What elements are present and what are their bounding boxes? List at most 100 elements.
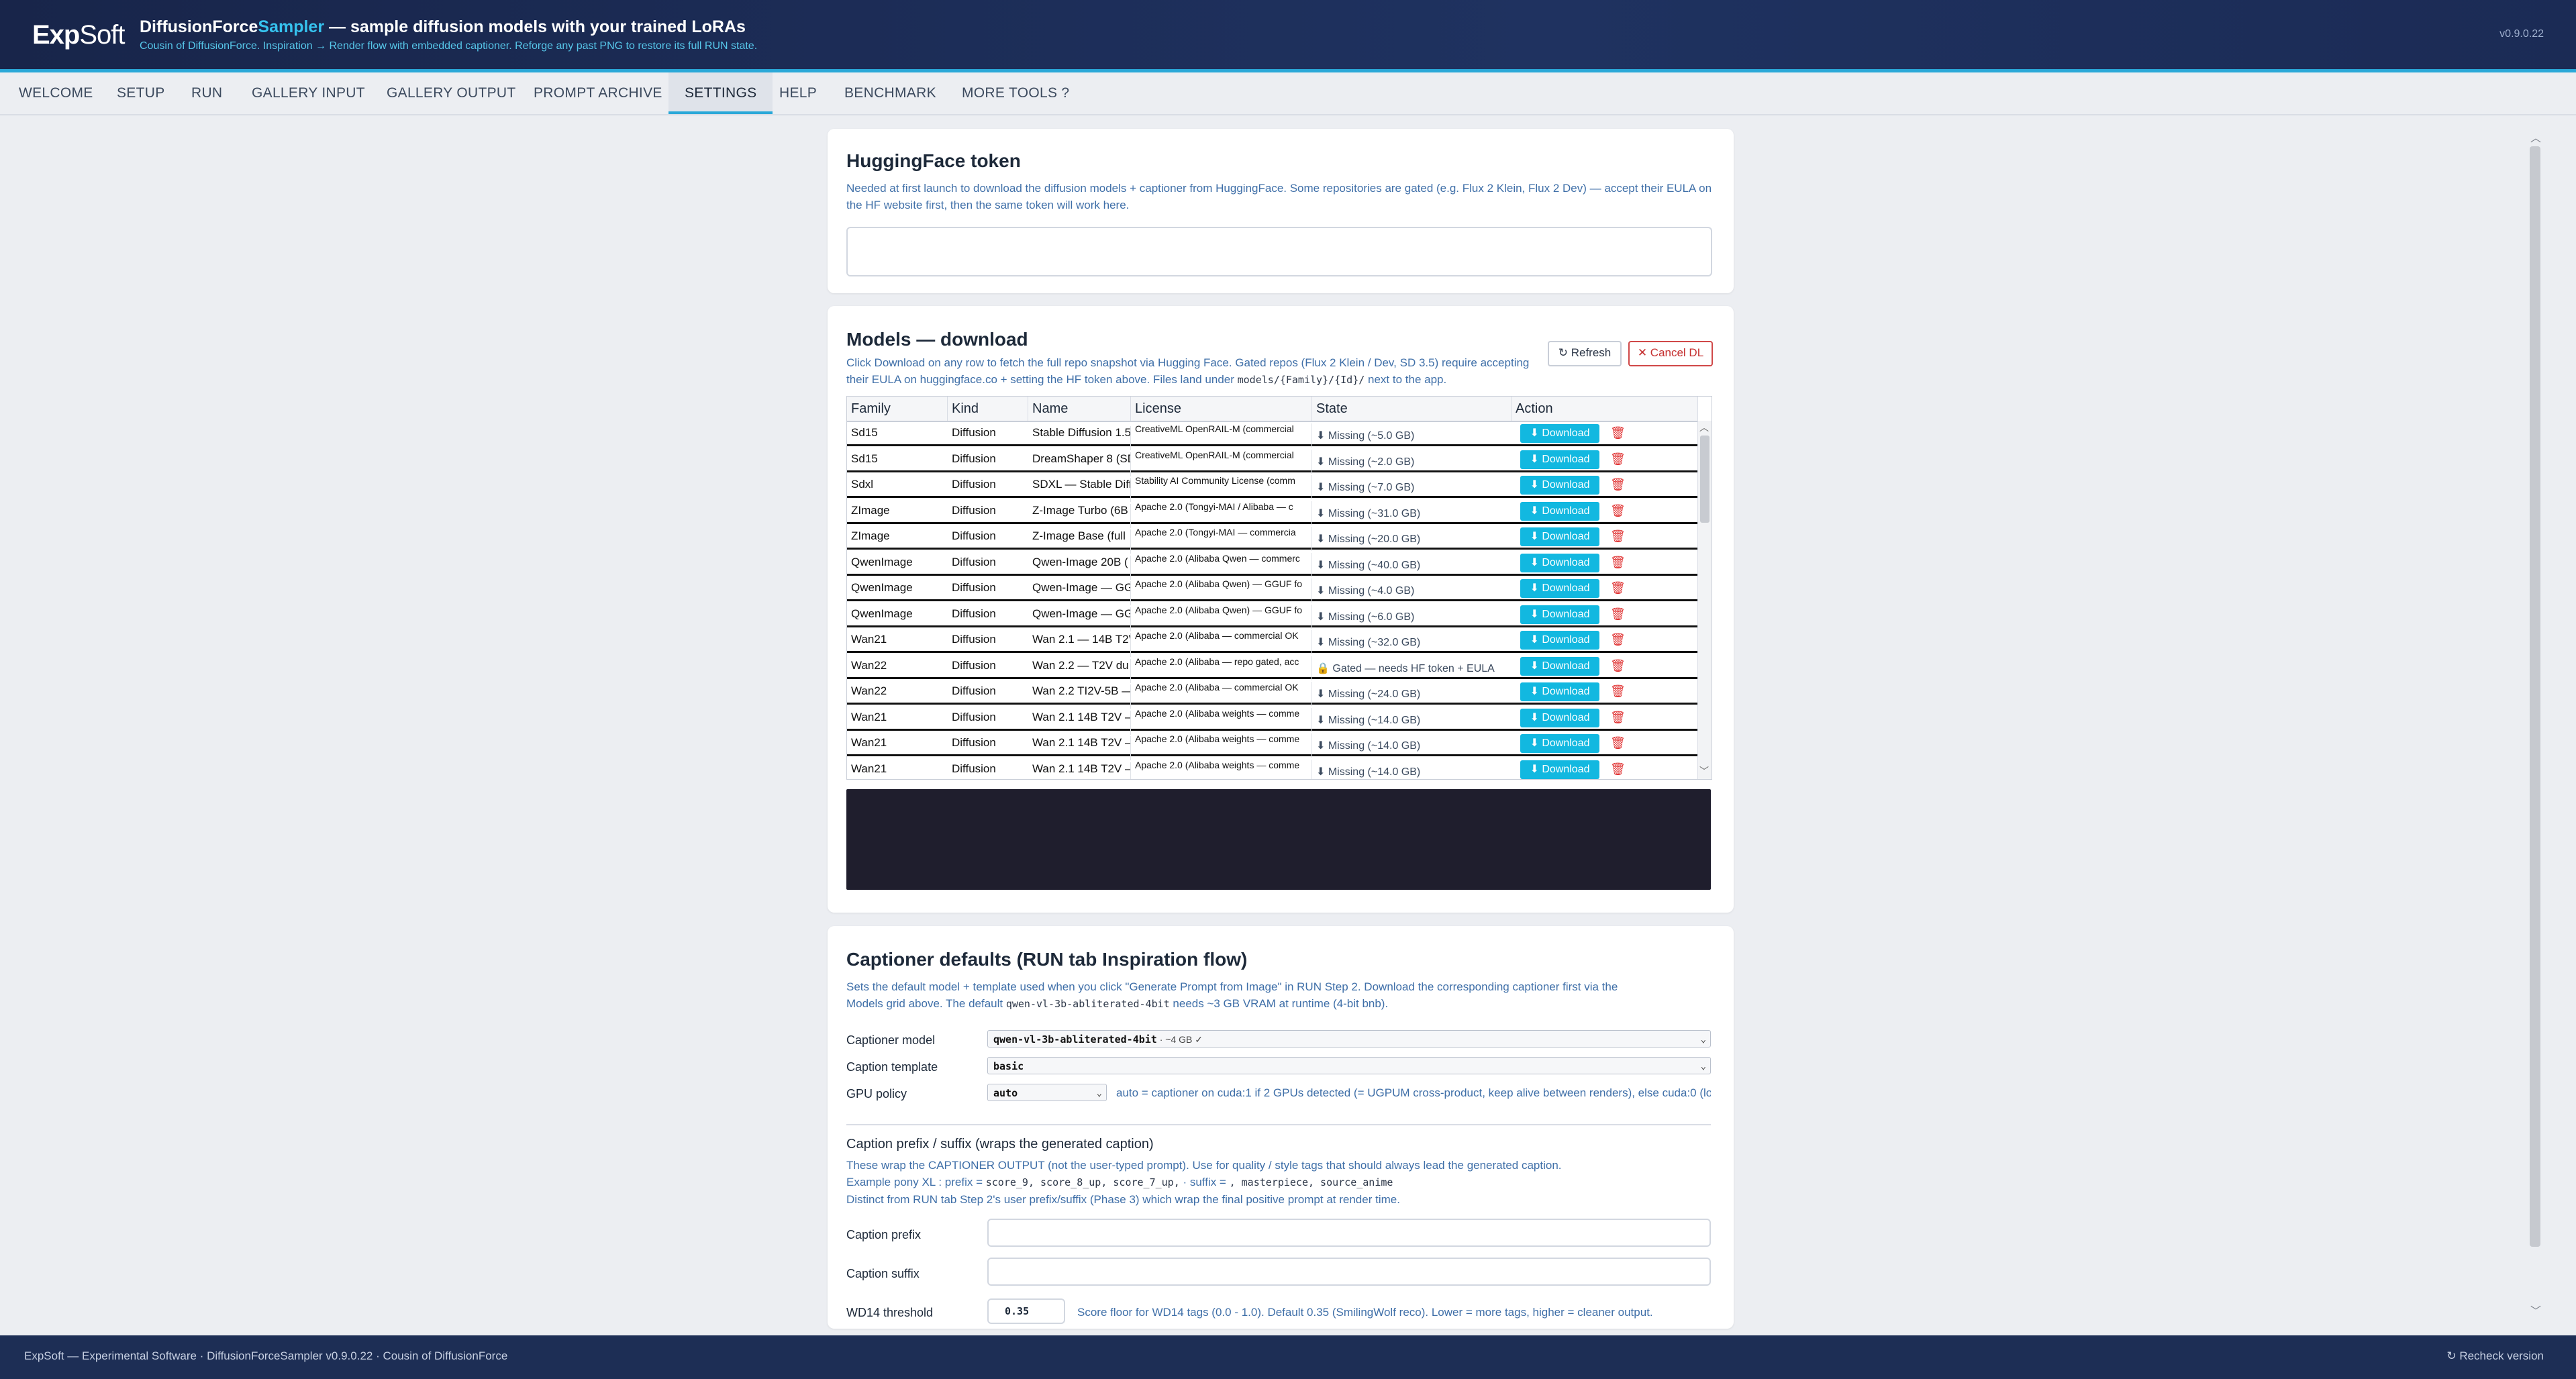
caption-suffix-input[interactable]	[987, 1258, 1711, 1286]
app-header: ExpSoft DiffusionForceSampler — sample d…	[0, 0, 2576, 72]
download-button[interactable]: ⬇ Download	[1520, 631, 1599, 650]
scroll-up-icon[interactable]: ︿	[2530, 129, 2541, 145]
table-row: Sd15 Diffusion DreamShaper 8 (SD CreativeML…	[847, 447, 1698, 476]
col-state[interactable]: State	[1312, 397, 1512, 421]
tab-welcome[interactable]: WELCOME	[3, 72, 109, 114]
tab-more-tools[interactable]: MORE TOOLS ?	[946, 72, 1085, 114]
download-button[interactable]: ⬇ Download	[1520, 708, 1599, 727]
tab-benchmark[interactable]: BENCHMARK	[828, 72, 952, 114]
models-table: Family Kind Name License State Action Sd…	[846, 396, 1712, 780]
trash-icon[interactable]: 🗑	[1610, 529, 1626, 543]
tab-settings[interactable]: SETTINGS	[668, 72, 773, 114]
trash-icon[interactable]: 🗑	[1610, 736, 1626, 750]
download-button[interactable]: ⬇ Download	[1520, 476, 1599, 495]
model-action: ⬇ Download 🗑	[1512, 421, 1698, 445]
gpu-policy-select[interactable]: auto ⌄	[987, 1084, 1107, 1101]
refresh-button[interactable]: ↻ Refresh	[1548, 341, 1622, 366]
caption-suffix-label: Caption suffix	[846, 1267, 920, 1280]
model-action: ⬇ Download 🗑	[1512, 602, 1698, 626]
model-license: Apache 2.0 (Alibaba — repo gated, acc	[1131, 656, 1312, 680]
page-scrollbar[interactable]: ︿ ﹀	[2527, 133, 2543, 1318]
trash-icon[interactable]: 🗑	[1610, 478, 1626, 491]
download-button[interactable]: ⬇ Download	[1520, 579, 1599, 598]
main-nav: WELCOME SETUP RUN GALLERY INPUT GALLERY …	[0, 72, 2576, 115]
wd14-threshold-input[interactable]: 0.35	[987, 1298, 1065, 1324]
trash-icon[interactable]: 🗑	[1610, 452, 1626, 466]
table-row: Sdxl Diffusion SDXL — Stable Diff Stability…	[847, 472, 1698, 502]
trash-icon[interactable]: 🗑	[1610, 711, 1626, 724]
tab-run[interactable]: RUN	[175, 72, 238, 114]
recheck-version-link[interactable]: ↻ Recheck version	[2446, 1349, 2544, 1363]
scroll-down-icon[interactable]: ﹀	[1699, 764, 1709, 778]
gpu-policy-label: GPU policy	[846, 1087, 907, 1101]
page-scroll-thumb[interactable]	[2530, 146, 2540, 1247]
caption-prefix-input[interactable]	[987, 1219, 1711, 1247]
model-license: Apache 2.0 (Alibaba weights — comme	[1131, 733, 1312, 758]
download-button[interactable]: ⬇ Download	[1520, 450, 1599, 469]
col-action[interactable]: Action	[1512, 397, 1698, 421]
model-family: Wan21	[851, 762, 887, 775]
caption-template-select[interactable]: basic ⌄	[987, 1057, 1711, 1074]
model-action: ⬇ Download 🗑	[1512, 576, 1698, 600]
table-row: Wan21 Diffusion Wan 2.1 — 14B T2V Apache 2.…	[847, 627, 1698, 657]
download-button[interactable]: ⬇ Download	[1520, 424, 1599, 443]
download-button[interactable]: ⬇ Download	[1520, 527, 1599, 546]
download-button[interactable]: ⬇ Download	[1520, 682, 1599, 701]
table-row: Sd15 Diffusion Stable Diffusion 1.5 Creativ…	[847, 421, 1698, 450]
download-button[interactable]: ⬇ Download	[1520, 734, 1599, 753]
trash-icon[interactable]: 🗑	[1610, 504, 1626, 517]
version-label: v0.9.0.22	[2499, 28, 2544, 40]
model-action: ⬇ Download 🗑	[1512, 447, 1698, 471]
scroll-up-icon[interactable]: ︿	[1699, 421, 1709, 434]
col-kind[interactable]: Kind	[948, 397, 1028, 421]
model-license: Apache 2.0 (Alibaba Qwen) — GGUF fo	[1131, 578, 1312, 603]
chevron-down-icon: ⌄	[1700, 1034, 1706, 1045]
model-action: ⬇ Download 🗑	[1512, 757, 1698, 780]
trash-icon[interactable]: 🗑	[1610, 659, 1626, 672]
col-name[interactable]: Name	[1028, 397, 1131, 421]
model-license: Apache 2.0 (Alibaba Qwen — commerc	[1131, 552, 1312, 577]
model-name: Wan 2.1 14B T2V —	[1028, 762, 1131, 779]
cancel-download-button[interactable]: ✕ Cancel DL	[1628, 341, 1713, 366]
table-row: QwenImage Diffusion Qwen-Image — GG Apache …	[847, 576, 1698, 605]
trash-icon[interactable]: 🗑	[1610, 607, 1626, 621]
tab-help[interactable]: HELP	[763, 72, 833, 114]
caption-prefix-suffix-description: These wrap the CAPTIONER OUTPUT (not the…	[846, 1159, 1562, 1206]
model-license: CreativeML OpenRAIL-M (commercial	[1131, 449, 1312, 474]
download-button[interactable]: ⬇ Download	[1520, 501, 1599, 521]
download-button[interactable]: ⬇ Download	[1520, 760, 1599, 779]
hf-token-title: HuggingFace token	[846, 150, 1021, 171]
trash-icon[interactable]: 🗑	[1610, 581, 1626, 595]
model-license: Apache 2.0 (Alibaba Qwen) — GGUF fo	[1131, 604, 1312, 629]
tab-gallery-output[interactable]: GALLERY OUTPUT	[370, 72, 532, 114]
model-action: ⬇ Download 🗑	[1512, 499, 1698, 523]
trash-icon[interactable]: 🗑	[1610, 556, 1626, 569]
scroll-down-icon[interactable]: ﹀	[2530, 1302, 2541, 1318]
wd14-threshold-label: WD14 threshold	[846, 1306, 934, 1319]
tab-setup[interactable]: SETUP	[101, 72, 181, 114]
model-action: ⬇ Download 🗑	[1512, 654, 1698, 678]
trash-icon[interactable]: 🗑	[1610, 684, 1626, 698]
col-family[interactable]: Family	[847, 397, 948, 421]
tab-gallery-input[interactable]: GALLERY INPUT	[236, 72, 381, 114]
footer-text: ExpSoft — Experimental Software · Diffus…	[24, 1349, 508, 1362]
tab-prompt-archive[interactable]: PROMPT ARCHIVE	[517, 72, 679, 114]
trash-icon[interactable]: 🗑	[1610, 762, 1626, 776]
trash-icon[interactable]: 🗑	[1610, 426, 1626, 440]
download-button[interactable]: ⬇ Download	[1520, 656, 1599, 676]
model-kind: Diffusion	[952, 762, 996, 775]
table-scroll-thumb[interactable]	[1700, 436, 1710, 523]
table-row: QwenImage Diffusion Qwen-Image — GG Apache …	[847, 602, 1698, 631]
hf-token-input[interactable]	[846, 227, 1712, 276]
table-scrollbar[interactable]: ︿ ﹀	[1697, 421, 1712, 779]
col-license[interactable]: License	[1131, 397, 1312, 421]
logo: ExpSoft	[32, 20, 126, 50]
caption-prefix-suffix-title: Caption prefix / suffix (wraps the gener…	[846, 1137, 1154, 1152]
captioner-model-select[interactable]: qwen-vl-3b-abliterated-4bit · ~4 GB ✓ ⌄	[987, 1030, 1711, 1048]
download-button[interactable]: ⬇ Download	[1520, 553, 1599, 572]
download-button[interactable]: ⬇ Download	[1520, 605, 1599, 624]
table-row: Wan21 Diffusion Wan 2.1 14B T2V — Apache 2.…	[847, 731, 1698, 760]
hf-token-card: HuggingFace token Needed at first launch…	[828, 129, 1734, 293]
table-row: Wan21 Diffusion Wan 2.1 14B T2V — Apache 2.…	[847, 705, 1698, 735]
trash-icon[interactable]: 🗑	[1610, 633, 1626, 646]
